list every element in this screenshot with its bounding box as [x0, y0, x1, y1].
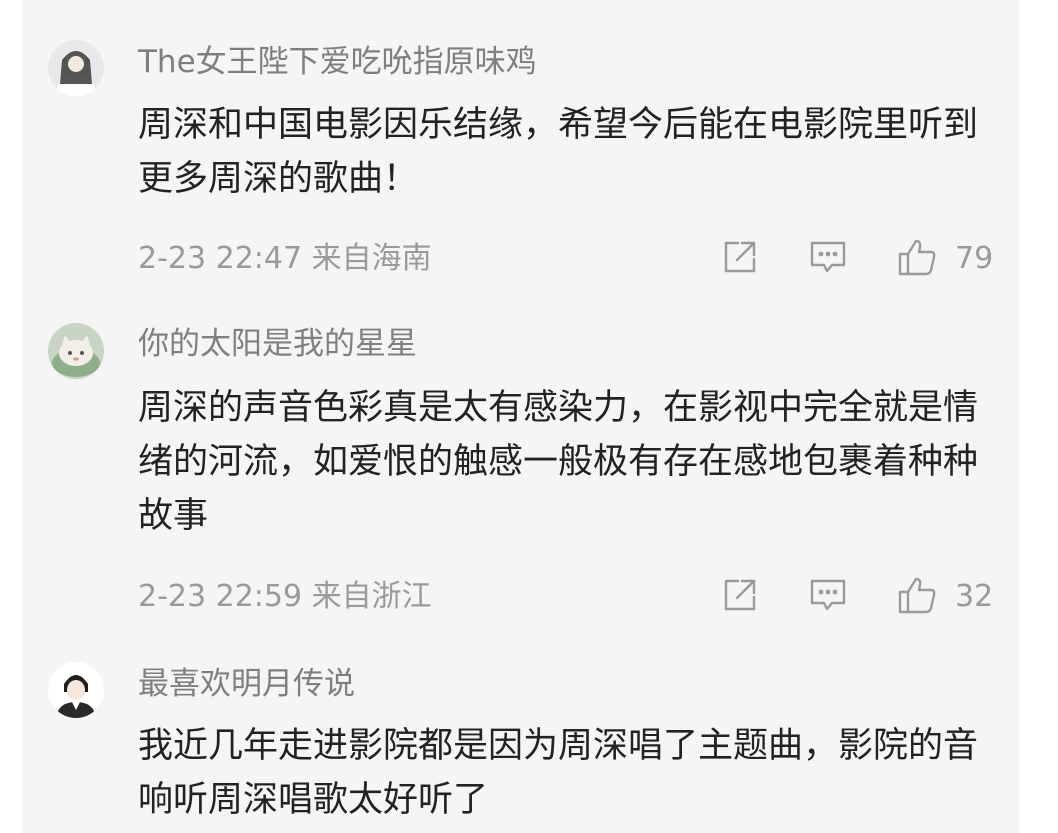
avatar[interactable] [48, 40, 104, 96]
comment-icon[interactable] [808, 575, 848, 615]
share-icon[interactable] [720, 575, 760, 615]
username[interactable]: 你的太阳是我的星星 [138, 324, 417, 364]
avatar[interactable] [48, 323, 104, 379]
share-icon[interactable] [720, 237, 760, 277]
comment-icon[interactable] [808, 237, 848, 277]
avatar[interactable] [48, 662, 104, 718]
comment-text: 周深和中国电影因乐结缘，希望今后能在电影院里听到更多周深的歌曲！ [138, 105, 979, 199]
like-count: 32 [955, 579, 994, 614]
comment-text: 周深的声音色彩真是太有感染力，在影视中完全就是情绪的河流，如爱恨的触感一般极有存… [138, 388, 979, 536]
comment-text: 我近几年走进影院都是因为周深唱了主题曲，影院的音响听周深唱歌太好听了 [138, 726, 979, 820]
comments-panel: The女王陛下爱吃吮指原味鸡 周深和中国电影因乐结缘，希望今后能在电影院里听到更… [22, 0, 1019, 833]
comment-actions: 32 [22, 575, 1019, 619]
comment-actions: 79 [22, 237, 1019, 281]
username[interactable]: 最喜欢明月传说 [138, 664, 355, 704]
username[interactable]: The女王陛下爱吃吮指原味鸡 [138, 42, 537, 82]
thumbs-up-icon[interactable] [897, 575, 937, 615]
like-count: 79 [955, 241, 994, 276]
thumbs-up-icon[interactable] [897, 237, 937, 277]
